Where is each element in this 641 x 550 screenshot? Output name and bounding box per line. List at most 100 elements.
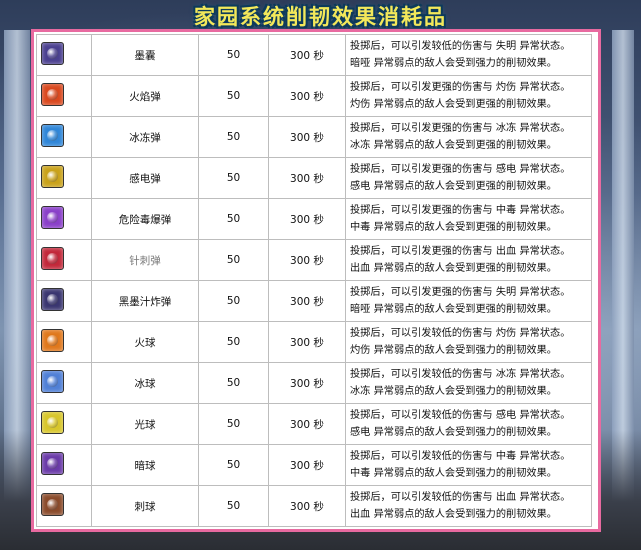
description-line-2: 出血 异常弱点的敌人会受到强力的削韧效果。 — [350, 509, 557, 520]
bomb-fire-icon — [41, 83, 64, 106]
item-description: 投掷后，可以引发更强的伤害与 失明 异常状态。 暗哑 异常弱点的敌人会受到更强的削… — [345, 280, 592, 322]
item-quantity: 50 — [198, 198, 269, 240]
item-name: 墨囊 — [91, 34, 199, 76]
item-quantity: 50 — [198, 157, 269, 199]
description-line-1: 投掷后，可以引发更强的伤害与 出血 异常状态。 — [350, 245, 571, 257]
item-name: 刺球 — [91, 485, 199, 527]
table-row: 针刺弹 50 300 秒投掷后，可以引发更强的伤害与 出血 异常状态。 出血 异常弱点… — [36, 239, 592, 281]
item-name: 冰冻弹 — [91, 116, 199, 158]
table-row: 火球 50 300 秒投掷后，可以引发较低的伤害与 灼伤 异常状态。 灼伤 异常弱点的… — [36, 321, 592, 363]
description-line-1: 投掷后，可以引发更强的伤害与 冰冻 异常状态。 — [350, 122, 571, 134]
item-quantity: 50 — [198, 75, 269, 117]
table-row: 暗球 50 300 秒投掷后，可以引发较低的伤害与 中毒 异常状态。 中毒 异常弱点的… — [36, 444, 592, 486]
icon-cell — [36, 280, 92, 322]
item-description: 投掷后，可以引发更强的伤害与 感电 异常状态。 感电 异常弱点的敌人会受到更强的削… — [345, 157, 592, 199]
item-duration: 300 秒 — [268, 34, 346, 76]
item-quantity: 50 — [198, 362, 269, 404]
icon-cell — [36, 362, 92, 404]
icon-cell — [36, 403, 92, 445]
consumables-table: 墨囊 50 300 秒投掷后，可以引发较低的伤害与 失明 异常状态。 暗哑 异常弱点的… — [36, 34, 592, 527]
darkball-icon — [41, 452, 64, 475]
lightball-icon — [41, 411, 64, 434]
item-name: 危险毒爆弹 — [91, 198, 199, 240]
item-description: 投掷后，可以引发较低的伤害与 感电 异常状态。 感电 异常弱点的敌人会受到强力的削… — [345, 403, 592, 445]
description-line-1: 投掷后，可以引发较低的伤害与 出血 异常状态。 — [350, 491, 571, 503]
icon-cell — [36, 239, 92, 281]
description-line-2: 暗哑 异常弱点的敌人会受到更强的削韧效果。 — [350, 304, 557, 315]
table-row: 冰球 50 300 秒投掷后，可以引发较低的伤害与 冰冻 异常状态。 冰冻 异常弱点的… — [36, 362, 592, 404]
consumables-table-frame: 墨囊 50 300 秒投掷后，可以引发较低的伤害与 失明 异常状态。 暗哑 异常弱点的… — [31, 29, 601, 532]
description-line-2: 暗哑 异常弱点的敌人会受到强力的削韧效果。 — [350, 58, 557, 69]
table-row: 危险毒爆弹 50 300 秒投掷后，可以引发更强的伤害与 中毒 异常状态。 中毒 异常… — [36, 198, 592, 240]
item-duration: 300 秒 — [268, 75, 346, 117]
table-row: 刺球 50 300 秒投掷后，可以引发较低的伤害与 出血 异常状态。 出血 异常弱点的… — [36, 485, 592, 527]
item-duration: 300 秒 — [268, 485, 346, 527]
item-description: 投掷后，可以引发较低的伤害与 失明 异常状态。 暗哑 异常弱点的敌人会受到强力的削… — [345, 34, 592, 76]
item-name: 黑墨汁炸弹 — [91, 280, 199, 322]
description-line-1: 投掷后，可以引发更强的伤害与 失明 异常状态。 — [350, 286, 571, 298]
icon-cell — [36, 34, 92, 76]
item-description: 投掷后，可以引发更强的伤害与 冰冻 异常状态。 冰冻 异常弱点的敌人会受到更强的削… — [345, 116, 592, 158]
description-line-1: 投掷后，可以引发较低的伤害与 灼伤 异常状态。 — [350, 327, 571, 339]
bomb-poison-icon — [41, 206, 64, 229]
description-line-2: 灼伤 异常弱点的敌人会受到更强的削韧效果。 — [350, 99, 557, 110]
item-name: 火焰弹 — [91, 75, 199, 117]
table-row: 黑墨汁炸弹 50 300 秒投掷后，可以引发更强的伤害与 失明 异常状态。 暗哑 异常… — [36, 280, 592, 322]
item-duration: 300 秒 — [268, 321, 346, 363]
description-line-1: 投掷后，可以引发更强的伤害与 感电 异常状态。 — [350, 163, 571, 175]
icon-cell — [36, 157, 92, 199]
description-line-2: 中毒 异常弱点的敌人会受到强力的削韧效果。 — [350, 468, 557, 479]
item-duration: 300 秒 — [268, 444, 346, 486]
table-row: 光球 50 300 秒投掷后，可以引发较低的伤害与 感电 异常状态。 感电 异常弱点的… — [36, 403, 592, 445]
description-line-1: 投掷后，可以引发更强的伤害与 灼伤 异常状态。 — [350, 81, 571, 93]
item-quantity: 50 — [198, 280, 269, 322]
description-line-2: 感电 异常弱点的敌人会受到更强的削韧效果。 — [350, 181, 557, 192]
icon-cell — [36, 444, 92, 486]
item-quantity: 50 — [198, 444, 269, 486]
table-row: 感电弹 50 300 秒投掷后，可以引发更强的伤害与 感电 异常状态。 感电 异常弱点… — [36, 157, 592, 199]
description-line-2: 灼伤 异常弱点的敌人会受到强力的削韧效果。 — [350, 345, 557, 356]
item-quantity: 50 — [198, 34, 269, 76]
iceball-icon — [41, 370, 64, 393]
table-row: 墨囊 50 300 秒投掷后，可以引发较低的伤害与 失明 异常状态。 暗哑 异常弱点的… — [36, 34, 592, 76]
icon-cell — [36, 198, 92, 240]
item-duration: 300 秒 — [268, 403, 346, 445]
item-name: 火球 — [91, 321, 199, 363]
item-name: 感电弹 — [91, 157, 199, 199]
table-row: 冰冻弹 50 300 秒投掷后，可以引发更强的伤害与 冰冻 异常状态。 冰冻 异常弱点… — [36, 116, 592, 158]
item-duration: 300 秒 — [268, 362, 346, 404]
fireball-icon — [41, 329, 64, 352]
item-description: 投掷后，可以引发更强的伤害与 灼伤 异常状态。 灼伤 异常弱点的敌人会受到更强的削… — [345, 75, 592, 117]
table-row: 火焰弹 50 300 秒投掷后，可以引发更强的伤害与 灼伤 异常状态。 灼伤 异常弱点… — [36, 75, 592, 117]
item-duration: 300 秒 — [268, 198, 346, 240]
icon-cell — [36, 75, 92, 117]
item-name: 冰球 — [91, 362, 199, 404]
item-duration: 300 秒 — [268, 239, 346, 281]
item-quantity: 50 — [198, 239, 269, 281]
item-quantity: 50 — [198, 321, 269, 363]
spikeball-icon — [41, 493, 64, 516]
description-line-1: 投掷后，可以引发较低的伤害与 中毒 异常状态。 — [350, 450, 571, 462]
bomb-needle-icon — [41, 247, 64, 270]
item-duration: 300 秒 — [268, 116, 346, 158]
item-description: 投掷后，可以引发较低的伤害与 灼伤 异常状态。 灼伤 异常弱点的敌人会受到强力的削… — [345, 321, 592, 363]
description-line-1: 投掷后，可以引发较低的伤害与 感电 异常状态。 — [350, 409, 571, 421]
description-line-2: 出血 异常弱点的敌人会受到更强的削韧效果。 — [350, 263, 557, 274]
description-line-1: 投掷后，可以引发较低的伤害与 失明 异常状态。 — [350, 40, 571, 52]
description-line-1: 投掷后，可以引发较低的伤害与 冰冻 异常状态。 — [350, 368, 571, 380]
item-quantity: 50 — [198, 403, 269, 445]
icon-cell — [36, 116, 92, 158]
bomb-ink-icon — [41, 288, 64, 311]
item-description: 投掷后，可以引发较低的伤害与 中毒 异常状态。 中毒 异常弱点的敌人会受到强力的削… — [345, 444, 592, 486]
item-description: 投掷后，可以引发更强的伤害与 中毒 异常状态。 中毒 异常弱点的敌人会受到更强的削… — [345, 198, 592, 240]
item-duration: 300 秒 — [268, 157, 346, 199]
icon-cell — [36, 485, 92, 527]
item-duration: 300 秒 — [268, 280, 346, 322]
bomb-ice-icon — [41, 124, 64, 147]
page-title: 家园系统削韧效果消耗品 — [194, 5, 447, 29]
description-line-2: 冰冻 异常弱点的敌人会受到强力的削韧效果。 — [350, 386, 557, 397]
item-description: 投掷后，可以引发较低的伤害与 出血 异常状态。 出血 异常弱点的敌人会受到强力的削… — [345, 485, 592, 527]
description-line-2: 感电 异常弱点的敌人会受到强力的削韧效果。 — [350, 427, 557, 438]
item-description: 投掷后，可以引发较低的伤害与 冰冻 异常状态。 冰冻 异常弱点的敌人会受到强力的削… — [345, 362, 592, 404]
description-line-2: 中毒 异常弱点的敌人会受到更强的削韧效果。 — [350, 222, 557, 233]
